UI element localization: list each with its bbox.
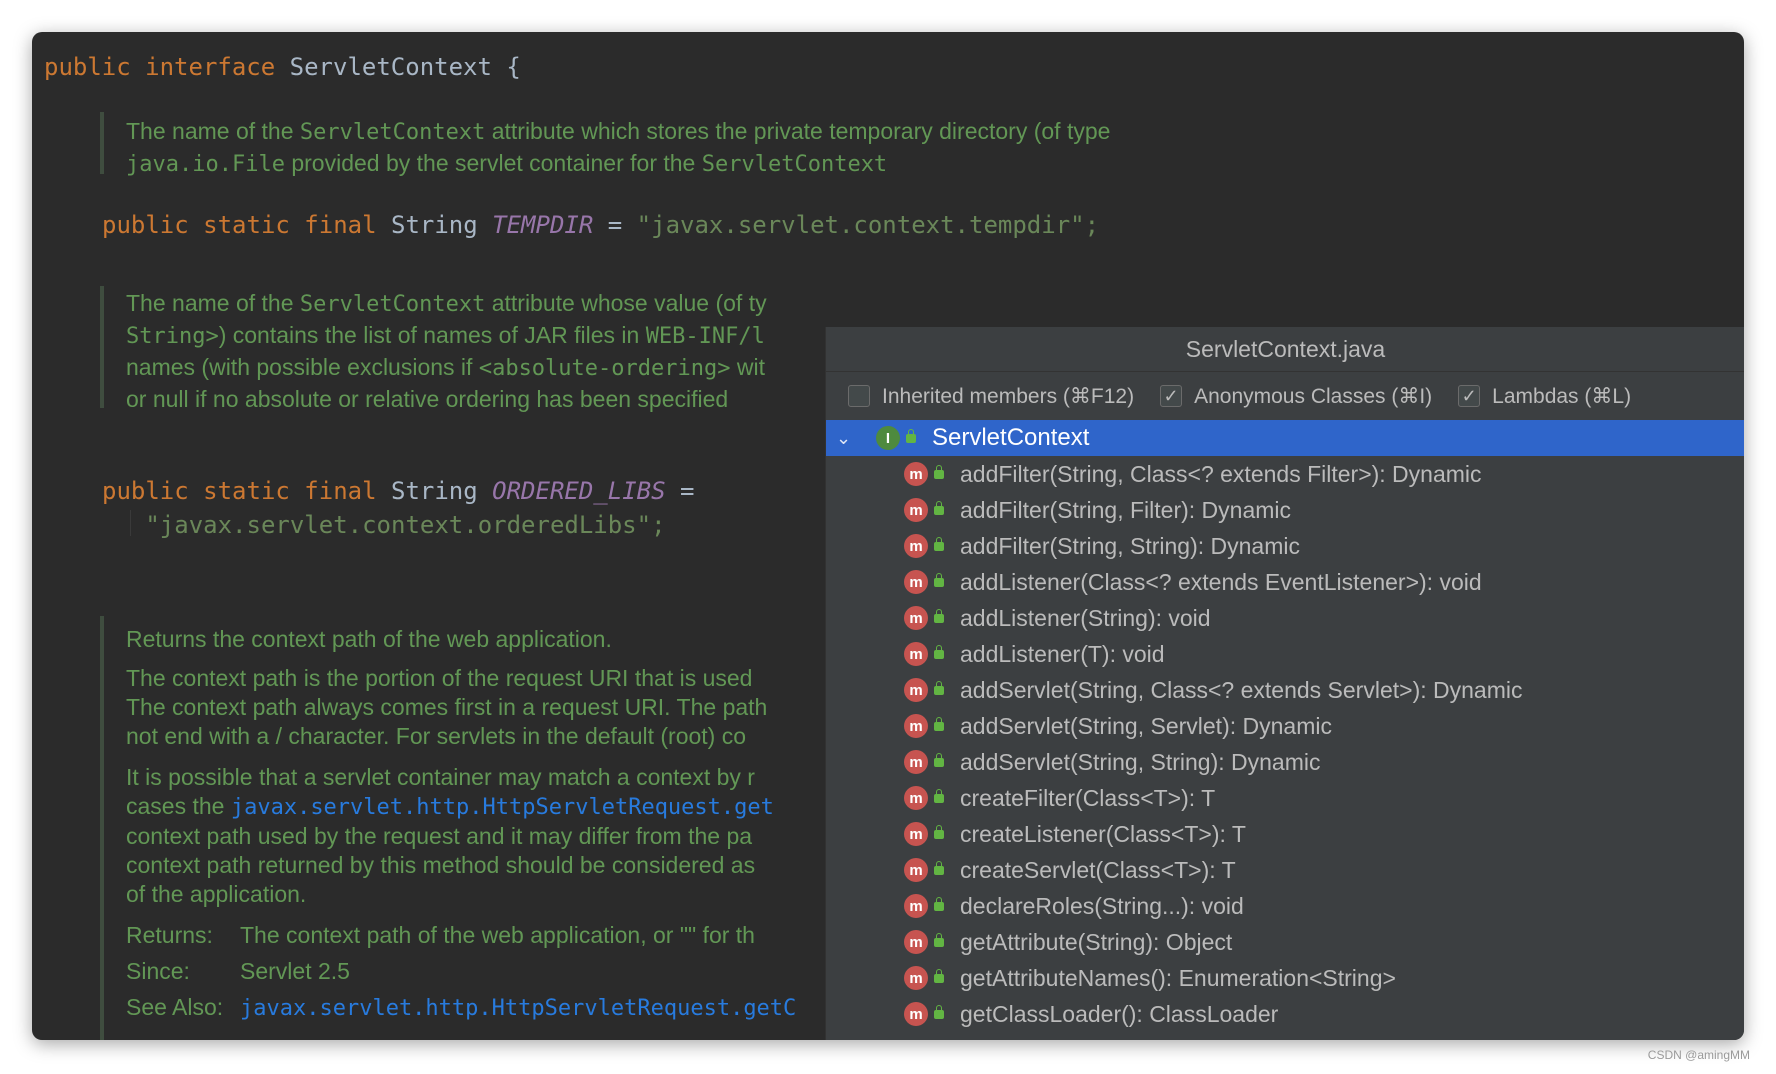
method-icon: m bbox=[904, 966, 928, 990]
tree-item-method[interactable]: m addServlet(String, Class<? extends Serv… bbox=[826, 672, 1744, 708]
method-icon: m bbox=[904, 822, 928, 846]
public-lock-icon bbox=[934, 860, 944, 875]
interface-icon: I bbox=[876, 426, 900, 450]
method-label: addFilter(String, Class<? extends Filter… bbox=[960, 460, 1482, 487]
method-label: addListener(String): void bbox=[960, 604, 1211, 631]
method-icon: m bbox=[904, 642, 928, 666]
structure-options: Inherited members (⌘F12) ✓ Anonymous Cla… bbox=[826, 372, 1744, 420]
method-icon: m bbox=[904, 714, 928, 738]
method-label: declareRoles(String...): void bbox=[960, 892, 1244, 919]
public-lock-icon bbox=[934, 608, 944, 623]
inherited-members-checkbox[interactable] bbox=[848, 385, 870, 407]
public-lock-icon bbox=[934, 824, 944, 839]
member-list: m addFilter(String, Class<? extends Filte… bbox=[826, 456, 1744, 1032]
public-lock-icon bbox=[934, 752, 944, 767]
public-lock-icon bbox=[934, 464, 944, 479]
lambdas-checkbox[interactable]: ✓ bbox=[1458, 385, 1481, 407]
method-icon: m bbox=[904, 498, 928, 522]
method-icon: m bbox=[904, 858, 928, 882]
tree-item-method[interactable]: m addFilter(String, Class<? extends Filte… bbox=[826, 456, 1744, 492]
doc-comment-ordered-libs: The name of the ServletContext attribute… bbox=[126, 290, 767, 412]
tree-item-method[interactable]: m getAttributeNames(): Enumeration<String… bbox=[826, 960, 1744, 996]
method-icon: m bbox=[904, 570, 928, 594]
field-tempdir[interactable]: public static final String TEMPDIR = "ja… bbox=[102, 210, 1099, 240]
anonymous-classes-checkbox[interactable]: ✓ bbox=[1160, 385, 1183, 407]
method-label: getAttribute(String): Object bbox=[960, 928, 1233, 955]
method-icon: m bbox=[904, 462, 928, 486]
method-label: createListener(Class<T>): T bbox=[960, 820, 1246, 847]
code-editor[interactable]: public interface ServletContext { The na… bbox=[32, 32, 1744, 1040]
tree-item-method[interactable]: m addServlet(String, String): Dynamic bbox=[826, 744, 1744, 780]
doc-comment-bar bbox=[100, 112, 104, 174]
public-lock-icon bbox=[934, 572, 944, 587]
popup-title: ServletContext.java bbox=[826, 327, 1744, 372]
doc-link[interactable]: javax.servlet.http.HttpServletRequest.ge… bbox=[231, 795, 774, 820]
tree-item-method[interactable]: m createServlet(Class<T>): T bbox=[826, 852, 1744, 888]
method-label: addFilter(String, Filter): Dynamic bbox=[960, 496, 1292, 523]
method-label: addListener(T): void bbox=[960, 640, 1165, 667]
method-label: createServlet(Class<T>): T bbox=[960, 856, 1236, 883]
tree-item-method[interactable]: m addFilter(String, Filter): Dynamic bbox=[826, 492, 1744, 528]
tree-item-method[interactable]: m addFilter(String, String): Dynamic bbox=[826, 528, 1744, 564]
tree-item-method[interactable]: m createListener(Class<T>): T bbox=[826, 816, 1744, 852]
public-lock-icon bbox=[934, 536, 944, 551]
public-lock-icon bbox=[934, 680, 944, 695]
public-lock-icon bbox=[934, 644, 944, 659]
tree-root-label: ServletContext bbox=[932, 424, 1090, 451]
see-also-link[interactable]: javax.servlet.http.HttpServletRequest.ge… bbox=[240, 996, 796, 1021]
tree-item-method[interactable]: m addListener(Class<? extends EventListen… bbox=[826, 564, 1744, 600]
method-icon: m bbox=[904, 1002, 928, 1026]
tree-item-method[interactable]: m addListener(String): void bbox=[826, 600, 1744, 636]
tree-item-method[interactable]: m getClassLoader(): ClassLoader bbox=[826, 996, 1744, 1032]
method-icon: m bbox=[904, 930, 928, 954]
method-label: getAttributeNames(): Enumeration<String> bbox=[960, 964, 1396, 991]
public-lock-icon bbox=[934, 968, 944, 983]
public-lock-icon bbox=[934, 716, 944, 731]
anonymous-classes-option[interactable]: ✓ Anonymous Classes (⌘I) bbox=[1160, 384, 1432, 409]
interface-declaration[interactable]: public interface ServletContext { bbox=[44, 52, 521, 82]
public-lock-icon bbox=[934, 1004, 944, 1019]
file-structure-popup[interactable]: ServletContext.java Inherited members (⌘… bbox=[825, 327, 1744, 1040]
tree-item-method[interactable]: m createFilter(Class<T>): T bbox=[826, 780, 1744, 816]
public-lock-icon bbox=[906, 428, 916, 443]
method-label: addServlet(String, String): Dynamic bbox=[960, 748, 1321, 775]
method-icon: m bbox=[904, 750, 928, 774]
method-icon: m bbox=[904, 786, 928, 810]
tree-item-method[interactable]: m getAttribute(String): Object bbox=[826, 924, 1744, 960]
indent-guide bbox=[130, 510, 131, 536]
public-lock-icon bbox=[934, 896, 944, 911]
tree-item-method[interactable]: m addServlet(String, Servlet): Dynamic bbox=[826, 708, 1744, 744]
inherited-members-option[interactable]: Inherited members (⌘F12) bbox=[848, 384, 1134, 409]
public-lock-icon bbox=[934, 500, 944, 515]
watermark: CSDN @amingMM bbox=[1647, 1048, 1750, 1062]
method-label: addServlet(String, Servlet): Dynamic bbox=[960, 712, 1332, 739]
doc-comment-context-path: Returns the context path of the web appl… bbox=[126, 626, 797, 1021]
chevron-down-icon[interactable]: ⌄ bbox=[836, 428, 856, 449]
tree-root-servletcontext[interactable]: ⌄ I ServletContext bbox=[826, 420, 1744, 456]
method-icon: m bbox=[904, 678, 928, 702]
tree-item-method[interactable]: m declareRoles(String...): void bbox=[826, 888, 1744, 924]
method-label: getClassLoader(): ClassLoader bbox=[960, 1000, 1279, 1027]
method-label: addListener(Class<? extends EventListene… bbox=[960, 568, 1482, 595]
doc-comment-bar bbox=[100, 286, 104, 408]
method-label: createFilter(Class<T>): T bbox=[960, 784, 1216, 811]
method-label: addServlet(String, Class<? extends Servl… bbox=[960, 676, 1523, 703]
method-icon: m bbox=[904, 606, 928, 630]
lambdas-option[interactable]: ✓ Lambdas (⌘L) bbox=[1458, 384, 1631, 409]
field-ordered-libs[interactable]: public static final String ORDERED_LIBS … bbox=[102, 474, 694, 542]
doc-comment-bar bbox=[100, 616, 104, 1040]
method-icon: m bbox=[904, 894, 928, 918]
public-lock-icon bbox=[934, 788, 944, 803]
public-lock-icon bbox=[934, 932, 944, 947]
tree-item-method[interactable]: m addListener(T): void bbox=[826, 636, 1744, 672]
doc-comment-tempdir: The name of the ServletContext attribute… bbox=[126, 118, 1111, 177]
method-icon: m bbox=[904, 534, 928, 558]
method-label: addFilter(String, String): Dynamic bbox=[960, 532, 1300, 559]
